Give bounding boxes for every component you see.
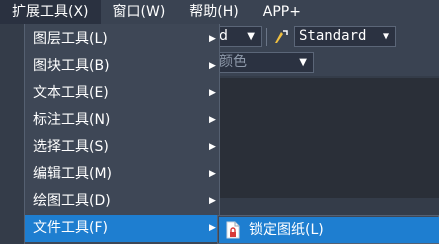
menu-item-label: 文件工具(F) [33,220,108,236]
color-combo-value: 颜色 [219,54,247,70]
menu-item-file-tools[interactable]: 文件工具(F) ▶ [25,215,219,242]
submenu-arrow-icon: ▶ [209,169,216,179]
chevron-down-icon: ▼ [382,31,389,42]
menu-label: APP+ [262,4,301,20]
menu-bar: 扩展工具(X) 窗口(W) 帮助(H) APP+ [0,0,439,24]
toolbar-separator [266,28,267,46]
text-style-value: Standard [299,28,367,44]
submenu-arrow-icon: ▶ [209,61,216,71]
menu-help[interactable]: 帮助(H) [177,0,250,24]
menu-item-label: 锁定图纸(L) [249,222,324,238]
menu-item-edit-tools[interactable]: 编辑工具(M) ▶ [25,161,219,188]
menu-item-lock-drawing[interactable]: 锁定图纸(L) [219,217,439,243]
submenu-arrow-icon: ▶ [209,223,216,233]
menu-item-layer-tools[interactable]: 图层工具(L) ▶ [25,26,219,53]
menu-item-label: 文本工具(E) [33,85,109,101]
layer-combo-value: d [219,28,228,44]
menu-item-selection-tools[interactable]: 选择工具(S) ▶ [25,134,219,161]
menu-item-label: 选择工具(S) [33,139,109,155]
menu-item-block-tools[interactable]: 图块工具(B) ▶ [25,53,219,80]
submenu-arrow-icon: ▶ [209,88,216,98]
menu-item-label: 图层工具(L) [33,31,108,47]
file-tools-submenu: 锁定图纸(L) [217,215,439,244]
drawing-area [210,78,439,198]
menu-item-dimension-tools[interactable]: 标注工具(N) ▶ [25,107,219,134]
menu-label: 扩展工具(X) [12,4,89,20]
menu-item-label: 绘图工具(D) [33,193,111,209]
submenu-arrow-icon: ▶ [209,115,216,125]
submenu-arrow-icon: ▶ [209,196,216,206]
chevron-down-icon: ▼ [247,31,255,42]
menu-item-label: 编辑工具(M) [33,166,113,182]
layer-combo[interactable]: d ▼ [214,26,262,47]
menu-item-text-tools[interactable]: 文本工具(E) ▶ [25,80,219,107]
color-combo[interactable]: 颜色 ▼ [214,52,314,73]
menu-item-draw-tools[interactable]: 绘图工具(D) ▶ [25,188,219,215]
menu-item-label: 标注工具(N) [33,112,111,128]
lock-drawing-icon [226,221,240,239]
text-style-combo[interactable]: Standard ▼ [294,26,396,47]
submenu-arrow-icon: ▶ [209,142,216,152]
menu-label: 帮助(H) [189,4,239,20]
text-style-icon[interactable] [272,28,290,46]
chevron-down-icon: ▼ [299,57,307,68]
menu-app-plus[interactable]: APP+ [251,0,313,24]
menu-item-label: 图块工具(B) [33,58,110,74]
menu-window[interactable]: 窗口(W) [101,0,178,24]
extension-tools-dropdown: 图层工具(L) ▶ 图块工具(B) ▶ 文本工具(E) ▶ 标注工具(N) ▶ … [24,24,220,244]
menu-label: 窗口(W) [112,4,166,20]
menu-extension-tools[interactable]: 扩展工具(X) [0,0,101,24]
submenu-arrow-icon: ▶ [209,34,216,44]
